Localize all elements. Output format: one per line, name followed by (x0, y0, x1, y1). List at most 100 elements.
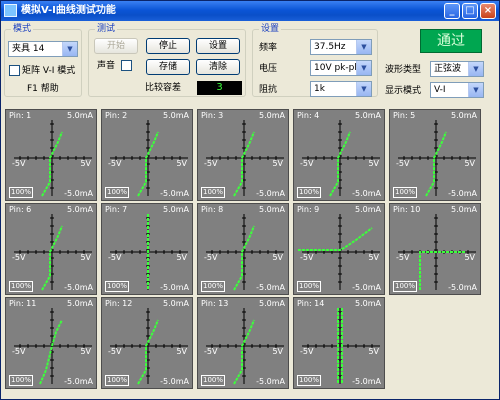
voltage-max-label: 5V (272, 159, 283, 168)
current-min-label: -5.0mA (352, 283, 381, 292)
clear-button[interactable]: 清除 (196, 59, 240, 75)
current-max-label: 5.0mA (451, 111, 477, 120)
current-min-label: -5.0mA (352, 189, 381, 198)
impedance-value: 1k (314, 84, 325, 94)
chevron-down-icon[interactable]: ▼ (468, 62, 483, 76)
pin-label: Pin: 13 (201, 299, 229, 308)
start-button[interactable]: 开始 (94, 38, 138, 54)
voltage-value: 10V pk-pk (314, 63, 360, 73)
pin-plot[interactable]: Pin: 9 5.0mA -5.0mA -5V 5V 100% (293, 203, 385, 295)
fixture-value: 夹具 14 (12, 44, 45, 54)
stop-button[interactable]: 停止 (146, 38, 190, 54)
pin-label: Pin: 6 (9, 205, 32, 214)
voltage-max-label: 5V (176, 347, 187, 356)
pin-plot[interactable]: Pin: 5 5.0mA -5.0mA -5V 5V 100% (389, 109, 481, 201)
mode-group-label: 模式 (11, 24, 34, 35)
pin-plot[interactable]: Pin: 4 5.0mA -5.0mA -5V 5V 100% (293, 109, 385, 201)
current-min-label: -5.0mA (448, 283, 477, 292)
chevron-down-icon[interactable]: ▼ (356, 61, 371, 75)
zoom-badge[interactable]: 100% (105, 375, 130, 386)
chevron-down-icon[interactable]: ▼ (468, 83, 483, 97)
settings-button[interactable]: 设置 (196, 38, 240, 54)
window-title: 模拟V-I曲线测试功能 (21, 5, 116, 16)
pin-plot[interactable]: Pin: 8 5.0mA -5.0mA -5V 5V 100% (197, 203, 289, 295)
pin-label: Pin: 9 (297, 205, 320, 214)
display-mode-select[interactable]: V-I ▼ (430, 82, 484, 98)
display-mode-value: V-I (434, 85, 446, 95)
zoom-badge[interactable]: 100% (297, 375, 322, 386)
current-min-label: -5.0mA (256, 377, 285, 386)
frequency-value: 37.5Hz (314, 42, 346, 52)
voltage-min-label: -5V (108, 253, 122, 262)
pin-plot[interactable]: Pin: 12 5.0mA -5.0mA -5V 5V 100% (101, 297, 193, 389)
main-window: 模拟V-I曲线测试功能 _ □ × 模式 夹具 14 ▼ 矩阵 V-I 模式 F… (0, 0, 500, 400)
impedance-label: 阻抗 (259, 85, 278, 95)
current-max-label: 5.0mA (355, 205, 381, 214)
zoom-badge[interactable]: 100% (9, 187, 34, 198)
current-max-label: 5.0mA (67, 205, 93, 214)
impedance-select[interactable]: 1k ▼ (310, 81, 372, 97)
zoom-badge[interactable]: 100% (297, 187, 322, 198)
maximize-button[interactable]: □ (462, 3, 478, 19)
save-button[interactable]: 存储 (146, 59, 190, 75)
zoom-badge[interactable]: 100% (201, 187, 226, 198)
voltage-min-label: -5V (12, 159, 26, 168)
pin-plot[interactable]: Pin: 13 5.0mA -5.0mA -5V 5V 100% (197, 297, 289, 389)
pass-status-indicator: 通过 (420, 29, 482, 53)
chevron-down-icon[interactable]: ▼ (356, 40, 371, 54)
settings-group-label: 设置 (259, 24, 282, 35)
pin-plot[interactable]: Pin: 6 5.0mA -5.0mA -5V 5V 100% (5, 203, 97, 295)
voltage-label: 电压 (259, 64, 278, 74)
voltage-select[interactable]: 10V pk-pk ▼ (310, 60, 372, 76)
chevron-down-icon[interactable]: ▼ (356, 82, 371, 96)
current-min-label: -5.0mA (256, 189, 285, 198)
zoom-badge[interactable]: 100% (201, 281, 226, 292)
matrix-checkbox[interactable] (9, 65, 20, 76)
close-button[interactable]: × (480, 3, 496, 19)
minimize-button[interactable]: _ (444, 3, 460, 19)
pin-plot[interactable]: Pin: 1 5.0mA -5.0mA -5V 5V 100% (5, 109, 97, 201)
waveform-select[interactable]: 正弦波 ▼ (430, 61, 484, 77)
pin-plot[interactable]: Pin: 2 5.0mA -5.0mA -5V 5V 100% (101, 109, 193, 201)
voltage-min-label: -5V (204, 253, 218, 262)
pin-label: Pin: 14 (297, 299, 325, 308)
pin-plot[interactable]: Pin: 11 5.0mA -5.0mA -5V 5V 100% (5, 297, 97, 389)
zoom-badge[interactable]: 100% (105, 281, 130, 292)
pin-plot[interactable]: Pin: 3 5.0mA -5.0mA -5V 5V 100% (197, 109, 289, 201)
current-min-label: -5.0mA (160, 189, 189, 198)
chevron-down-icon[interactable]: ▼ (62, 42, 77, 56)
voltage-max-label: 5V (368, 347, 379, 356)
current-max-label: 5.0mA (259, 205, 285, 214)
zoom-badge[interactable]: 100% (393, 281, 418, 292)
pin-label: Pin: 7 (105, 205, 128, 214)
zoom-badge[interactable]: 100% (393, 187, 418, 198)
voltage-max-label: 5V (464, 253, 475, 262)
current-max-label: 5.0mA (355, 299, 381, 308)
pin-label: Pin: 4 (297, 111, 320, 120)
pin-label: Pin: 2 (105, 111, 128, 120)
current-min-label: -5.0mA (64, 283, 93, 292)
voltage-min-label: -5V (300, 253, 314, 262)
voltage-max-label: 5V (80, 159, 91, 168)
pin-label: Pin: 8 (201, 205, 224, 214)
current-min-label: -5.0mA (352, 377, 381, 386)
vi-curve (39, 319, 63, 385)
zoom-badge[interactable]: 100% (105, 187, 130, 198)
zoom-badge[interactable]: 100% (9, 375, 34, 386)
fixture-select[interactable]: 夹具 14 ▼ (8, 41, 78, 57)
sound-checkbox[interactable] (121, 60, 132, 71)
zoom-badge[interactable]: 100% (201, 375, 226, 386)
pin-label: Pin: 1 (9, 111, 32, 120)
zoom-badge[interactable]: 100% (9, 281, 34, 292)
pin-plot[interactable]: Pin: 10 5.0mA -5.0mA -5V 5V 100% (389, 203, 481, 295)
pin-plot[interactable]: Pin: 7 5.0mA -5.0mA -5V 5V 100% (101, 203, 193, 295)
sound-label: 声音 (97, 61, 116, 71)
voltage-min-label: -5V (108, 159, 122, 168)
pin-label: Pin: 3 (201, 111, 224, 120)
tolerance-display: 3 (197, 81, 242, 95)
title-bar[interactable]: 模拟V-I曲线测试功能 _ □ × (1, 1, 499, 21)
frequency-select[interactable]: 37.5Hz ▼ (310, 39, 372, 55)
zoom-badge[interactable]: 100% (297, 281, 322, 292)
pin-plot[interactable]: Pin: 14 5.0mA -5.0mA -5V 5V 100% (293, 297, 385, 389)
current-max-label: 5.0mA (163, 299, 189, 308)
